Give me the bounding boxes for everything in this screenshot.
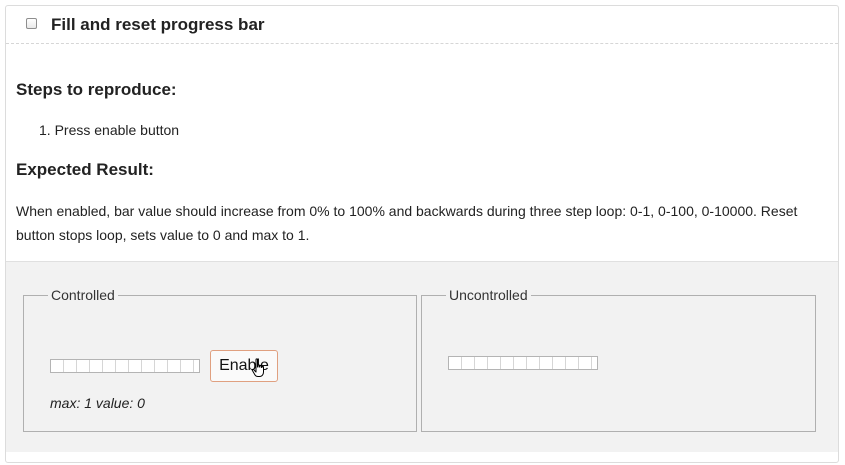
list-item: 1. Press enable button	[39, 122, 180, 138]
uncontrolled-panel: Uncontrolled	[421, 287, 816, 432]
card-title: Fill and reset progress bar	[51, 15, 265, 34]
uncontrolled-progress-bar	[448, 356, 598, 370]
controlled-legend: Controlled	[51, 287, 115, 303]
steps-list: 1. Press enable button	[39, 121, 179, 139]
uncontrolled-legend: Uncontrolled	[449, 287, 528, 303]
progress-ticks	[449, 357, 597, 369]
test-case-checkbox[interactable]	[26, 18, 37, 29]
enable-button[interactable]: Enable	[210, 350, 278, 382]
controlled-panel: Controlled Enable max: 1 value: 0	[23, 287, 417, 432]
test-case-card: Fill and reset progress bar Steps to rep…	[5, 5, 839, 463]
expected-text: When enabled, bar value should increase …	[16, 203, 798, 243]
steps-heading: Steps to reproduce:	[16, 80, 177, 99]
controlled-progress-bar	[50, 359, 200, 373]
progress-ticks	[51, 360, 199, 372]
expected-heading: Expected Result:	[16, 160, 154, 179]
status-text: max: 1 value: 0	[50, 395, 145, 411]
card-header: Fill and reset progress bar	[6, 6, 838, 44]
demo-area: Controlled Enable max: 1 value: 0 Uncont…	[6, 261, 838, 452]
